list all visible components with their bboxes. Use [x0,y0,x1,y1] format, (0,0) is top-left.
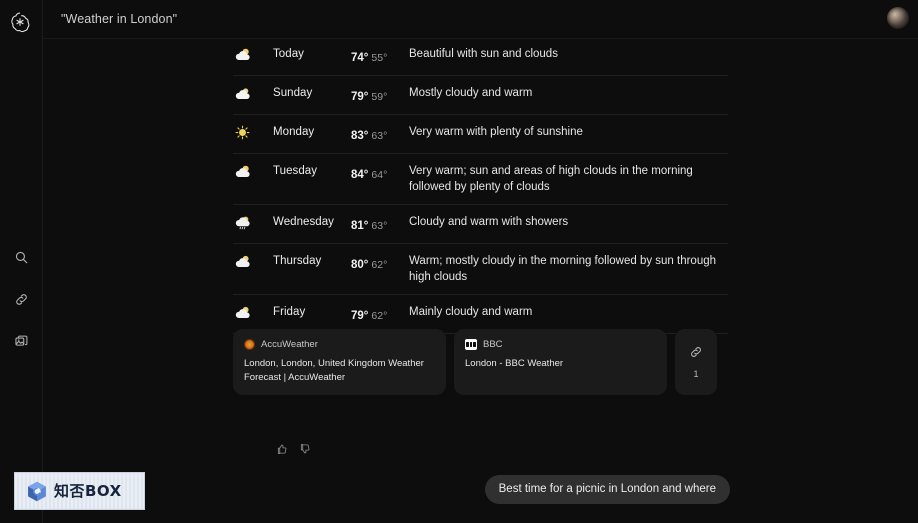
forecast-temps: 80° 62° [351,253,409,273]
link-icon [689,345,703,364]
sun-behind-cloud-icon [233,46,273,62]
weather-forecast-table: Today 74° 55° Beautiful with sun and clou… [233,39,728,334]
source-card-header: AccuWeather [244,339,435,350]
source-name: BBC [483,339,503,350]
forecast-description: Warm; mostly cloudy in the morning follo… [409,255,717,283]
forecast-high: 83° [351,130,369,142]
sun-behind-cloud-icon [233,304,273,320]
sun-behind-cloud-icon [233,163,273,179]
thumbs-down-icon[interactable] [298,442,311,455]
sun-icon [233,124,273,140]
watermark-text: 知否BOX [54,481,122,500]
forecast-low: 62° [371,259,388,271]
forecast-day: Monday [273,126,315,138]
forecast-high: 79° [351,310,369,322]
forecast-low: 62° [371,310,388,322]
forecast-temps: 79° 59° [351,85,409,105]
forecast-day: Tuesday [273,165,318,177]
forecast-temps: 79° 62° [351,304,409,324]
conversation-title: "Weather in London" [61,12,178,26]
user-message-bubble: Best time for a picnic in London and whe… [484,475,730,504]
top-bar: "Weather in London" [43,0,918,39]
forecast-high: 74° [351,52,369,64]
forecast-low: 63° [371,220,388,232]
forecast-low: 64° [371,169,388,181]
forecast-temps: 84° 64° [351,163,409,183]
forecast-day: Sunday [273,87,313,99]
source-cards: AccuWeather London, London, United Kingd… [233,329,730,395]
rail-icon-list [0,244,43,354]
forecast-day: Today [273,48,304,60]
cloud-icon [233,85,273,101]
table-row: Sunday 79° 59° Mostly cloudy and warm [233,76,728,115]
forecast-temps: 74° 55° [351,46,409,66]
cube-logo-icon [28,481,46,501]
forecast-high: 79° [351,91,369,103]
source-title: London - BBC Weather [465,358,564,369]
forecast-temps: 81° 63° [351,214,409,234]
forecast-day: Friday [273,306,306,318]
source-name: AccuWeather [261,339,318,350]
table-row: Thursday 80° 62° Warm; mostly cloudy in t… [233,244,728,295]
forecast-high: 80° [351,259,369,271]
search-icon[interactable] [9,244,35,270]
app-window: "Weather in London" Today 74° 55° Beautif… [0,0,918,523]
table-row: Today 74° 55° Beautiful with sun and clou… [233,39,728,76]
images-stack-icon[interactable] [9,328,35,354]
forecast-day: Wednesday [273,216,334,228]
cloud-rain-icon [233,214,273,230]
link-icon[interactable] [9,286,35,312]
more-sources-count: 1 [693,369,699,379]
forecast-description: Very warm with plenty of sunshine [409,126,583,138]
forecast-low: 59° [371,91,388,103]
source-title: London, London, United Kingdom Weather F… [244,358,424,383]
forecast-low: 63° [371,130,388,142]
watermark: 知否BOX [14,472,145,510]
accuweather-favicon [244,339,255,350]
openai-logo-icon[interactable] [5,7,35,37]
thumbs-up-icon[interactable] [275,442,288,455]
table-row: Wednesday 81° 63° Cloudy and warm with sh… [233,205,728,244]
table-row: Tuesday 84° 64° Very warm; sun and areas … [233,154,728,205]
forecast-description: Mostly cloudy and warm [409,87,533,99]
source-card-bbc[interactable]: BBC London - BBC Weather [454,329,667,395]
feedback-controls [275,442,311,455]
forecast-description: Beautiful with sun and clouds [409,48,558,60]
forecast-description: Very warm; sun and areas of high clouds … [409,165,693,193]
sun-behind-cloud-icon [233,253,273,269]
left-rail [0,0,43,523]
forecast-high: 84° [351,169,369,181]
table-row: Monday 83° 63° Very warm with plenty of s… [233,115,728,154]
source-card-accuweather[interactable]: AccuWeather London, London, United Kingd… [233,329,446,395]
forecast-description: Cloudy and warm with showers [409,216,569,228]
forecast-description: Mainly cloudy and warm [409,306,533,318]
forecast-temps: 83° 63° [351,124,409,144]
source-card-header: BBC [465,339,656,350]
avatar[interactable] [887,7,909,29]
bbc-favicon [465,339,477,350]
forecast-high: 81° [351,220,369,232]
conversation-content: Today 74° 55° Beautiful with sun and clou… [43,39,918,523]
forecast-low: 55° [371,52,388,64]
more-sources-button[interactable]: 1 [675,329,717,395]
forecast-day: Thursday [273,255,322,267]
